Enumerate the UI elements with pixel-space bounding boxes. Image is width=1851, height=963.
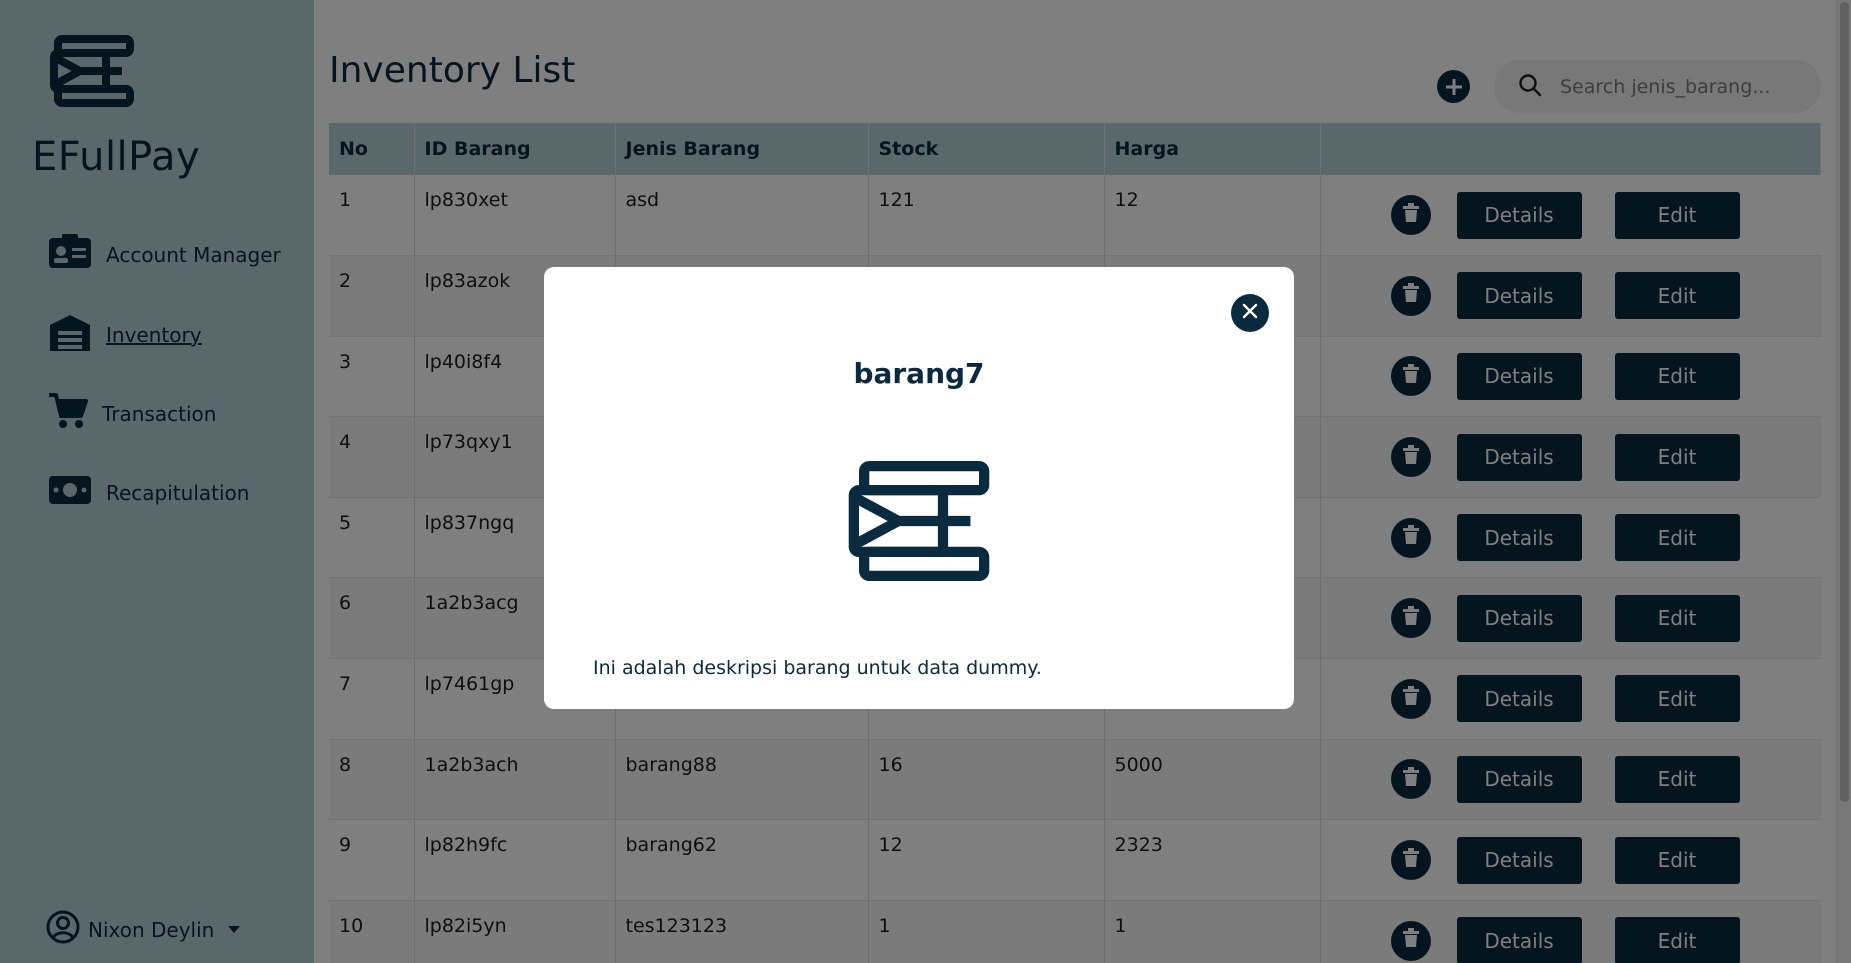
modal-title: barang7	[853, 357, 985, 390]
item-image	[847, 459, 991, 587]
modal-description: Ini adalah deskripsi barang untuk data d…	[593, 657, 1042, 679]
close-icon	[1242, 303, 1258, 323]
close-modal-button[interactable]	[1231, 294, 1269, 332]
item-details-modal: barang7 Ini adalah deskripsi barang untu…	[544, 267, 1294, 709]
